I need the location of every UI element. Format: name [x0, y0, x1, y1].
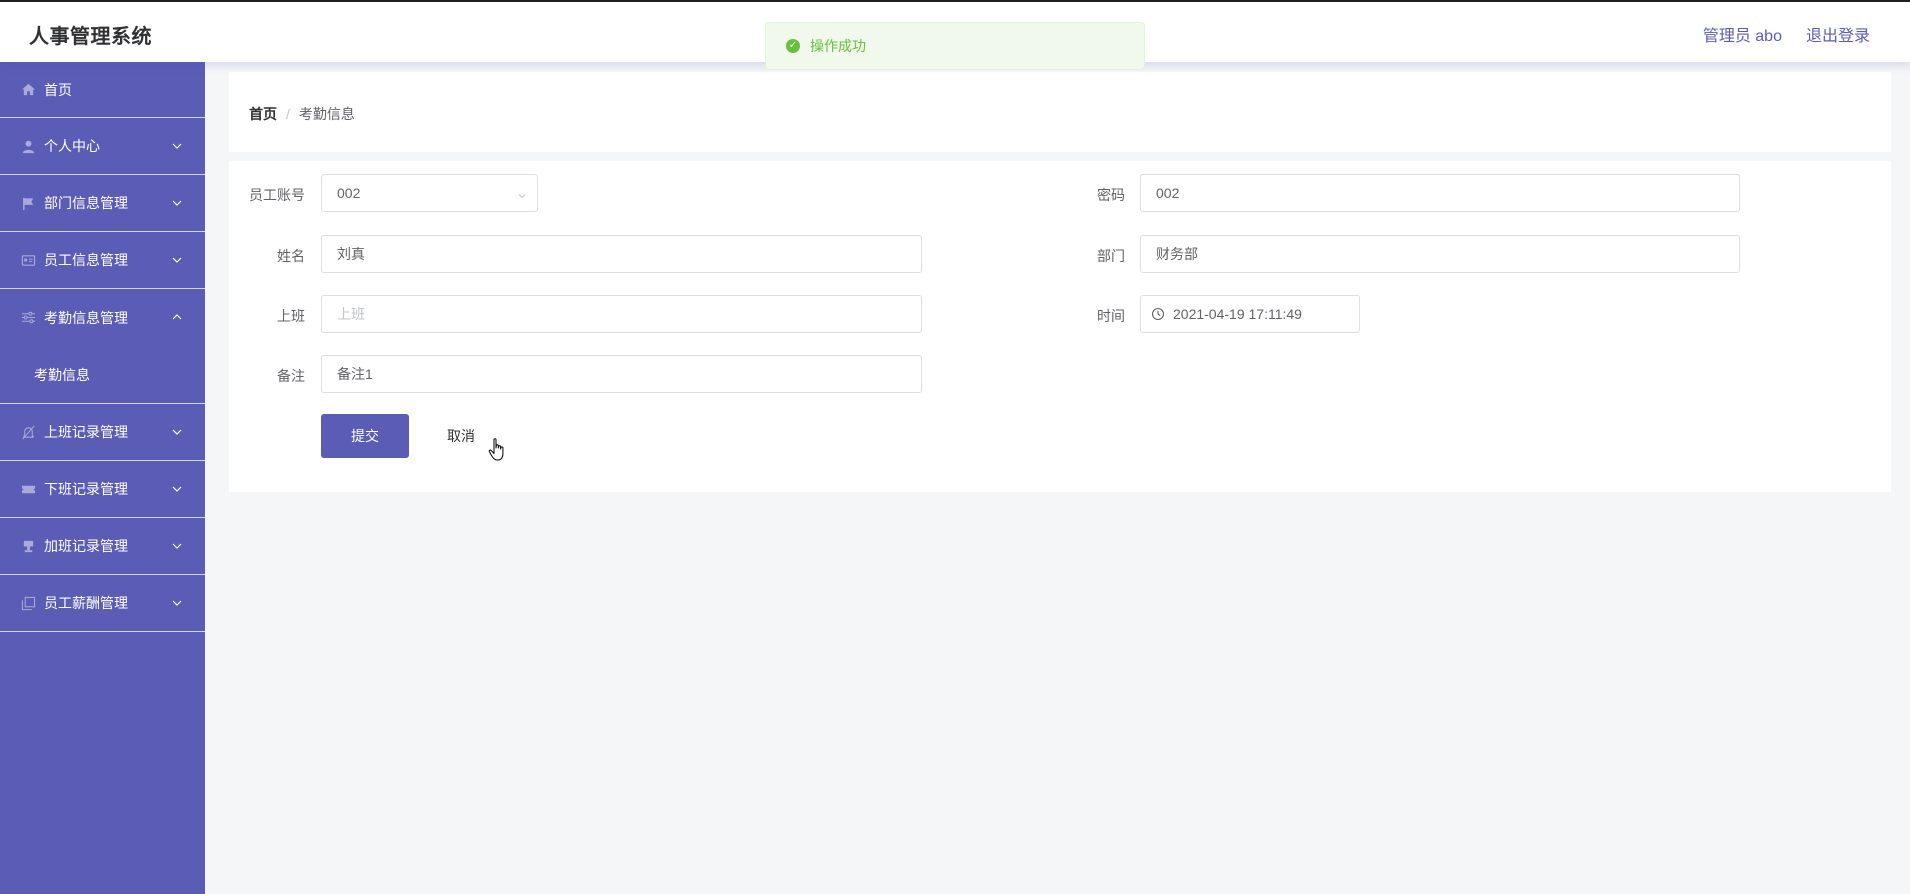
check-circle-icon: ✓	[786, 39, 800, 53]
remark-field[interactable]: 备注1	[321, 355, 922, 393]
department-field[interactable]: 财务部	[1140, 235, 1740, 273]
current-user-label[interactable]: 管理员 abo	[1703, 22, 1782, 46]
breadcrumb: 首页 / 考勤信息	[249, 104, 355, 124]
clock-icon	[1151, 307, 1165, 321]
sidebar-item-clock-in-records[interactable]: 上班记录管理	[0, 404, 205, 461]
chevron-down-icon	[171, 196, 183, 208]
remark-field-value: 备注1	[337, 366, 373, 382]
chevron-up-icon	[171, 310, 183, 322]
sidebar-item-department[interactable]: 部门信息管理	[0, 175, 205, 232]
name-label: 姓名	[277, 248, 305, 264]
chevron-down-icon	[171, 596, 183, 608]
cancel-button[interactable]: 取消	[429, 414, 493, 458]
name-field[interactable]: 刘真	[321, 235, 922, 273]
logout-link[interactable]: 退出登录	[1806, 22, 1870, 46]
sidebar-item-employee[interactable]: 员工信息管理	[0, 232, 205, 289]
name-field-value: 刘真	[337, 246, 365, 262]
hand-pointer-icon	[488, 437, 508, 463]
clock-in-placeholder: 上班	[337, 306, 365, 322]
sidebar-item-label: 首页	[44, 81, 72, 98]
submit-button[interactable]: 提交	[321, 414, 409, 458]
stamp-icon	[20, 538, 36, 554]
id-card-icon	[20, 252, 36, 268]
sidebar-item-personal-center[interactable]: 个人中心	[0, 118, 205, 175]
remark-label: 备注	[277, 368, 305, 384]
flag-icon	[20, 195, 36, 211]
success-toast: ✓ 操作成功	[765, 22, 1145, 70]
chevron-down-icon	[517, 188, 527, 199]
sidebar-item-overtime-records[interactable]: 加班记录管理	[0, 518, 205, 575]
account-select[interactable]: 002	[321, 174, 538, 212]
clock-in-label: 上班	[277, 308, 305, 324]
department-label: 部门	[1097, 248, 1125, 264]
sidebar-item-label: 员工薪酬管理	[44, 595, 128, 611]
sidebar-item-attendance[interactable]: 考勤信息管理	[0, 289, 205, 346]
datetime-value: 2021-04-19 17:11:49	[1173, 306, 1302, 322]
chevron-down-icon	[171, 482, 183, 494]
chevron-down-icon	[171, 253, 183, 265]
sidebar-item-label: 上班记录管理	[44, 424, 128, 440]
chevron-down-icon	[171, 539, 183, 551]
app-title: 人事管理系统	[29, 26, 152, 48]
chevron-down-icon	[171, 425, 183, 437]
clock-in-field[interactable]: 上班	[321, 295, 922, 333]
copy-icon	[20, 595, 36, 611]
password-field[interactable]: 002	[1140, 174, 1740, 212]
sidebar-item-salary[interactable]: 员工薪酬管理	[0, 575, 205, 632]
sidebar-menu: 首页 个人中心 部门信息管理 员工信息管理 考勤信息管理 考勤信息 上班记录管理…	[0, 62, 205, 894]
breadcrumb-home[interactable]: 首页	[249, 106, 277, 122]
toast-message: 操作成功	[810, 38, 866, 54]
sliders-icon	[20, 310, 36, 326]
attendance-form: 员工账号 002 密码 002 姓名 刘真 部门 财务部 上班 上班 时间 20…	[229, 161, 1891, 492]
sidebar-item-label: 考勤信息管理	[44, 309, 128, 326]
bell-off-icon	[20, 424, 36, 440]
header-actions: 管理员 abo 退出登录	[1703, 22, 1870, 46]
breadcrumb-current: 考勤信息	[298, 106, 355, 122]
sidebar-item-label: 下班记录管理	[44, 481, 128, 497]
breadcrumb-separator: /	[286, 106, 290, 122]
home-icon	[20, 82, 36, 98]
password-field-value: 002	[1156, 185, 1180, 201]
department-field-value: 财务部	[1156, 246, 1198, 262]
account-select-value: 002	[337, 185, 361, 201]
chevron-down-icon	[171, 139, 183, 151]
sidebar-item-label: 员工信息管理	[44, 252, 128, 268]
datetime-picker[interactable]: 2021-04-19 17:11:49	[1140, 295, 1360, 333]
password-label: 密码	[1097, 187, 1125, 203]
ticket-icon	[20, 481, 36, 497]
time-label: 时间	[1097, 308, 1125, 324]
sidebar-item-home[interactable]: 首页	[0, 62, 205, 118]
sidebar-item-label: 部门信息管理	[44, 195, 128, 211]
sidebar-item-clock-out-records[interactable]: 下班记录管理	[0, 461, 205, 518]
sidebar-subitem-attendance-info[interactable]: 考勤信息	[0, 346, 205, 404]
account-label: 员工账号	[249, 187, 305, 203]
user-icon	[20, 138, 36, 154]
breadcrumb-panel: 首页 / 考勤信息	[229, 72, 1891, 152]
sidebar-item-label: 加班记录管理	[44, 538, 128, 554]
sidebar-item-label: 个人中心	[44, 138, 100, 154]
